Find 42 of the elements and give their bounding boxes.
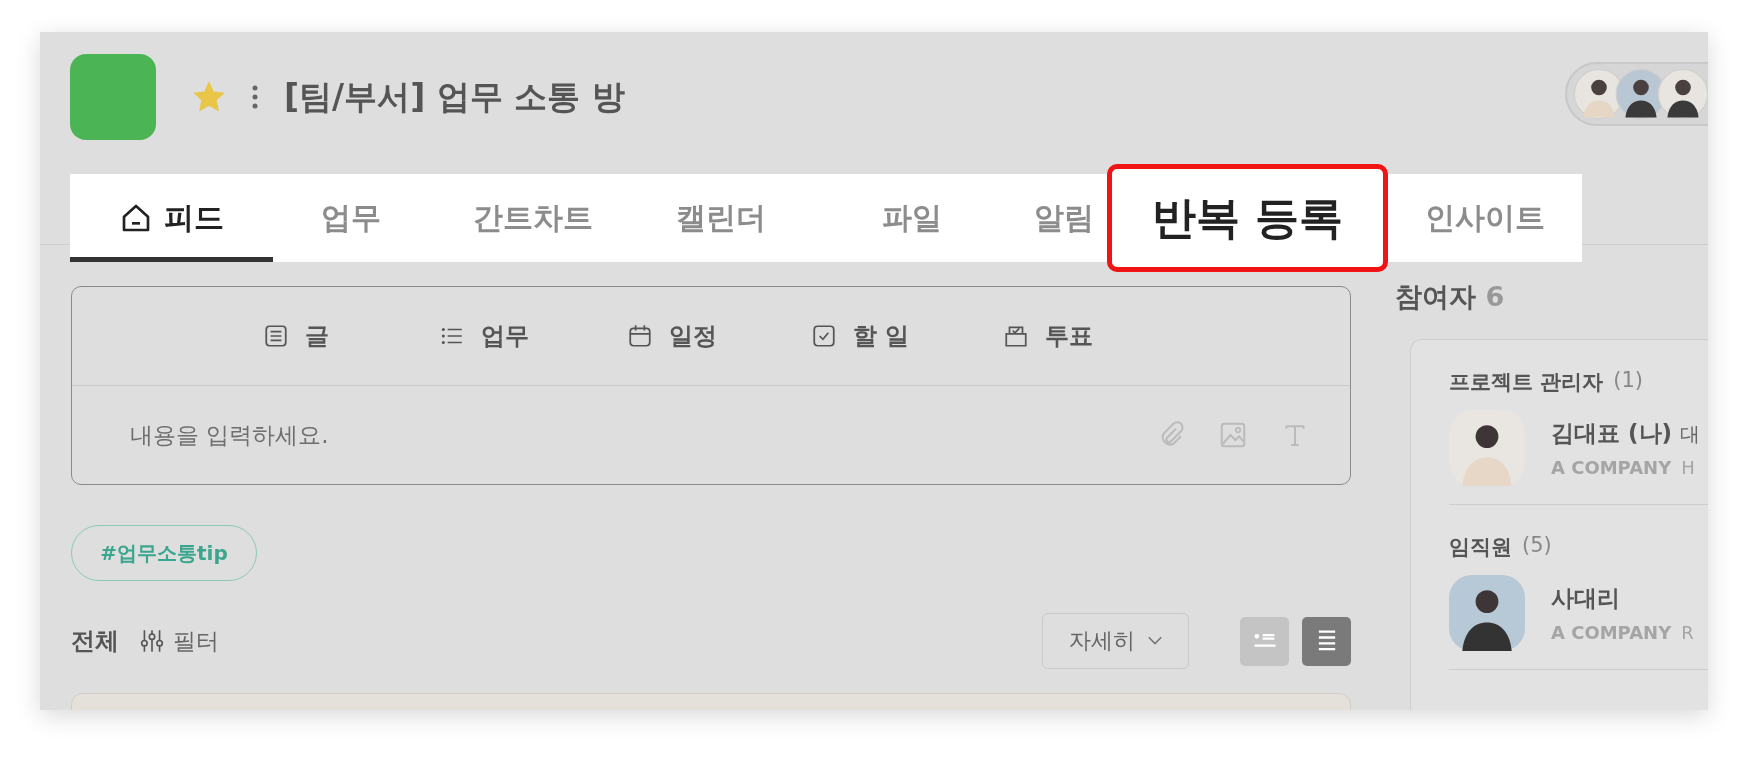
participants-count: 6: [1485, 281, 1505, 312]
more-icon[interactable]: [252, 84, 258, 110]
tab[interactable]: 알림: [1021, 174, 1107, 262]
member-company: A COMPANY: [1551, 622, 1672, 643]
participants-label: 참여자: [1395, 281, 1476, 312]
tab[interactable]: 캘린더: [638, 174, 803, 262]
sort-dropdown[interactable]: 자세히: [1042, 613, 1189, 669]
composer-tool[interactable]: 투표: [954, 320, 1142, 352]
member-name: 사대리: [1551, 584, 1620, 613]
tab[interactable]: 피드: [70, 174, 273, 262]
image-icon[interactable]: [1218, 420, 1248, 450]
calendar-icon: [627, 323, 653, 349]
filter-button[interactable]: 필터: [139, 625, 219, 657]
group-title: 프로젝트 관리자: [1449, 369, 1604, 396]
member-role: H: [1681, 457, 1695, 478]
member-role: R: [1681, 622, 1694, 643]
feed-title: 전체: [71, 626, 119, 657]
composer-tool[interactable]: 글: [202, 320, 390, 352]
member-avatars[interactable]: [1565, 62, 1708, 126]
composer-tool[interactable]: 일정: [578, 320, 766, 352]
chevron-down-icon: [1146, 636, 1163, 646]
group-count: (5): [1522, 533, 1552, 559]
document-icon: [263, 323, 289, 349]
ballot-box-icon: [1003, 323, 1029, 349]
tab[interactable]: 반복 등록: [1107, 164, 1388, 272]
room-title: [팀/부서] 업무 소통 방: [284, 75, 625, 118]
group-count: (1): [1613, 368, 1644, 394]
group-title: 임직원: [1449, 534, 1512, 561]
member-company: A COMPANY: [1551, 457, 1672, 478]
composer-tool[interactable]: 할 일: [766, 320, 954, 352]
member-name: 김대표 (나): [1551, 419, 1673, 448]
member-position: 대: [1680, 421, 1701, 448]
tab[interactable]: 간트차트: [428, 174, 638, 262]
tab[interactable]: 파일: [803, 174, 1021, 262]
sliders-icon: [139, 628, 165, 654]
checkbox-icon: [810, 323, 837, 349]
tab[interactable]: 인사이트: [1388, 174, 1582, 262]
composer-tool[interactable]: 업무: [390, 320, 578, 352]
view-toggle[interactable]: [1240, 616, 1289, 666]
tab[interactable]: 업무: [273, 174, 428, 262]
post-input-field[interactable]: 내용을 입력하세요.: [130, 422, 1124, 448]
view-toggle[interactable]: [1302, 616, 1351, 666]
